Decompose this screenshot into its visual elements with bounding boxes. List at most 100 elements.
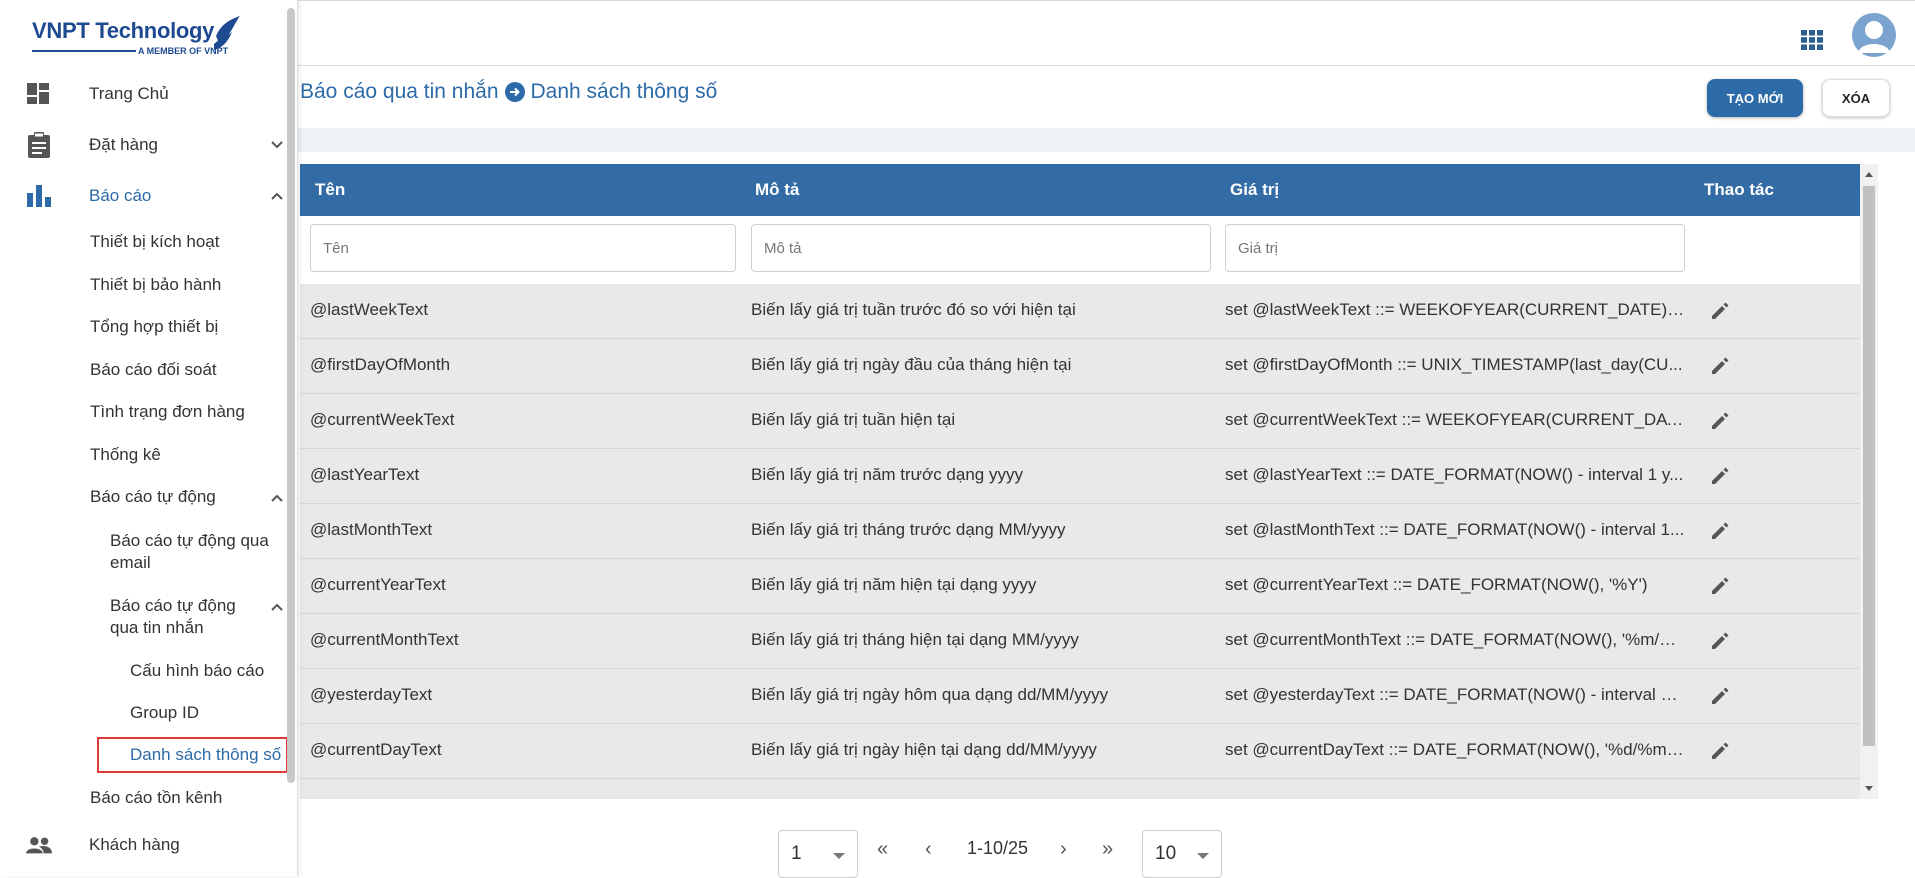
next-page-icon[interactable]: › <box>1060 838 1067 861</box>
sidebar-item-order-status[interactable]: Tình trạng đơn hàng <box>90 401 245 423</box>
table-row[interactable]: @currentDayText Biến lấy giá trị ngày hi… <box>300 724 1860 779</box>
cell-name: @currentMonthText <box>310 630 459 649</box>
cell-name: @currentYearText <box>310 575 446 594</box>
cell-name: @lastYearText <box>310 465 420 484</box>
sidebar-item-orders[interactable]: Đặt hàng <box>0 125 285 165</box>
previous-page-icon[interactable]: ‹ <box>925 838 932 861</box>
avatar[interactable] <box>1852 13 1896 57</box>
page-size-select[interactable]: 10 <box>1142 830 1222 878</box>
sidebar-item-auto-sms[interactable]: Báo cáo tự động qua tin nhắn <box>110 595 260 639</box>
edit-pencil-icon[interactable] <box>1710 741 1730 761</box>
table-row[interactable]: @currentWeekText Biến lấy giá trị tuần h… <box>300 394 1860 449</box>
sidebar-scrollbar[interactable] <box>287 8 295 783</box>
breadcrumb: Báo cáo qua tin nhắn Danh sách thông số <box>300 80 717 104</box>
cell-value: set @yesterdayText ::= DATE_FORMAT(NOW()… <box>1225 685 1685 704</box>
logo-underline <box>32 50 136 52</box>
table-row[interactable]: @lastMonthText Biến lấy giá trị tháng tr… <box>300 504 1860 559</box>
sidebar-item-statistics[interactable]: Thống kê <box>90 444 161 466</box>
table-row[interactable]: @firstDayOfMonth Biến lấy giá trị ngày đ… <box>300 339 1860 394</box>
scroll-down-arrow-icon[interactable] <box>1865 786 1873 791</box>
table-header: Tên Mô tả Giá trị Thao tác <box>300 164 1860 216</box>
edit-pencil-icon[interactable] <box>1710 356 1730 376</box>
create-button[interactable]: TẠO MỚI <box>1707 79 1803 117</box>
edit-pencil-icon[interactable] <box>1710 301 1730 321</box>
edit-pencil-icon[interactable] <box>1710 576 1730 596</box>
cell-name: @lastMonthText <box>310 520 433 539</box>
sidebar-item-stock-report[interactable]: Báo cáo tồn kênh <box>90 787 222 809</box>
parameter-table: Tên Mô tả Giá trị Thao tác @lastWeekText… <box>300 164 1860 799</box>
logo-swoosh-icon <box>214 16 240 50</box>
edit-pencil-icon[interactable] <box>1710 466 1730 486</box>
cell-value: set @lastYearText ::= DATE_FORMAT(NOW() … <box>1225 465 1684 484</box>
bar-chart-icon <box>26 184 52 208</box>
sidebar-item-group-id[interactable]: Group ID <box>130 702 199 724</box>
cell-value: set @firstDayOfMonth ::= UNIX_TIMESTAMP(… <box>1225 355 1683 374</box>
cell-description: Biến lấy giá trị năm trước dạng yyyy <box>751 465 1023 484</box>
sidebar-item-auto-email[interactable]: Báo cáo tự động qua email <box>110 530 280 574</box>
column-header-actions: Thao tác <box>1704 180 1774 199</box>
sidebar-item-warranty-devices[interactable]: Thiết bị bảo hành <box>90 274 221 296</box>
sidebar-item-home[interactable]: Trang Chủ <box>0 74 285 114</box>
cell-description: Biến lấy giá trị năm hiện tại dạng yyyy <box>751 575 1037 594</box>
sidebar-item-customers[interactable]: Khách hàng <box>0 825 285 865</box>
table-row[interactable]: @currentYearText Biến lấy giá trị năm hi… <box>300 559 1860 614</box>
name-filter-input[interactable] <box>310 224 736 272</box>
cell-description: Biến lấy giá trị tuần trước đó so với hi… <box>751 300 1076 319</box>
table-row[interactable]: @lastWeekText Biến lấy giá trị tuần trướ… <box>300 284 1860 339</box>
description-filter-input[interactable] <box>751 224 1211 272</box>
cell-value: set @currentDayText ::= DATE_FORMAT(NOW(… <box>1225 740 1685 759</box>
company-logo[interactable]: VNPT Technology A MEMBER OF VNPT <box>32 16 247 60</box>
page-select-value: 1 <box>791 843 802 864</box>
table-scrollbar[interactable] <box>1860 164 1878 799</box>
cell-description: Biến lấy giá trị tuần hiện tại <box>751 410 956 429</box>
sidebar-item-device-summary[interactable]: Tổng hợp thiết bị <box>90 316 218 338</box>
filter-row <box>300 216 1860 284</box>
first-page-icon[interactable]: « <box>877 838 888 861</box>
caret-down-icon <box>1197 853 1209 859</box>
sidebar-item-label: Trang Chủ <box>89 84 169 103</box>
sidebar-item-auto-reports[interactable]: Báo cáo tự động <box>90 486 216 508</box>
page-size-value: 10 <box>1155 843 1177 864</box>
column-header-description[interactable]: Mô tả <box>755 180 799 200</box>
people-icon <box>26 833 52 857</box>
column-header-name[interactable]: Tên <box>315 180 345 200</box>
arrow-right-circle-icon <box>504 82 525 102</box>
sidebar-item-label: Đặt hàng <box>89 135 158 154</box>
sidebar-item-report-config[interactable]: Cấu hình báo cáo <box>130 660 264 682</box>
cell-name: @yesterdayText <box>310 685 433 704</box>
edit-pencil-icon[interactable] <box>1710 411 1730 431</box>
cell-name: @firstDayOfMonth <box>310 355 451 374</box>
edit-pencil-icon[interactable] <box>1710 521 1730 541</box>
page-select[interactable]: 1 <box>778 830 858 878</box>
table-row[interactable]: @lastYearText Biến lấy giá trị năm trước… <box>300 449 1860 504</box>
chevron-up-icon <box>271 494 283 502</box>
caret-down-icon <box>833 853 845 859</box>
cell-description: Biến lấy giá trị ngày đầu của tháng hiện… <box>751 355 1072 374</box>
cell-description: Biến lấy giá trị ngày hôm qua dạng dd/MM… <box>751 685 1109 704</box>
cell-description: Biến lấy giá trị tháng hiện tại dạng MM/… <box>751 630 1079 649</box>
sidebar-item-label: Báo cáo <box>89 186 152 205</box>
last-page-icon[interactable]: » <box>1102 838 1113 861</box>
table-row[interactable]: @currentMonthText Biến lấy giá trị tháng… <box>300 614 1860 669</box>
edit-pencil-icon[interactable] <box>1710 686 1730 706</box>
logo-name: VNPT Technology <box>32 18 215 43</box>
sidebar-item-activated-devices[interactable]: Thiết bị kích hoạt <box>90 231 219 253</box>
edit-pencil-icon[interactable] <box>1710 631 1730 651</box>
delete-button[interactable]: XÓA <box>1822 79 1890 117</box>
sidebar-item-reports[interactable]: Báo cáo <box>0 176 285 216</box>
cell-description: Biến lấy giá trị tháng trước dạng MM/yyy… <box>751 520 1066 539</box>
chevron-up-icon <box>271 192 283 200</box>
table-row[interactable]: @yesterdayText Biến lấy giá trị ngày hôm… <box>300 669 1860 724</box>
table-row[interactable] <box>300 779 1860 799</box>
sidebar-item-reconciliation[interactable]: Báo cáo đối soát <box>90 359 217 381</box>
scroll-up-arrow-icon[interactable] <box>1865 172 1873 177</box>
breadcrumb-parent[interactable]: Báo cáo qua tin nhắn <box>300 80 499 104</box>
value-filter-input[interactable] <box>1225 224 1685 272</box>
content-divider <box>297 128 1915 152</box>
chevron-up-icon <box>271 603 283 611</box>
apps-grid-icon[interactable] <box>1801 30 1823 50</box>
cell-value: set @currentWeekText ::= WEEKOFYEAR(CURR… <box>1225 410 1685 429</box>
column-header-value[interactable]: Giá trị <box>1230 180 1279 200</box>
scroll-thumb[interactable] <box>1863 186 1875 746</box>
cell-value: set @lastWeekText ::= WEEKOFYEAR(CURRENT… <box>1225 300 1685 319</box>
